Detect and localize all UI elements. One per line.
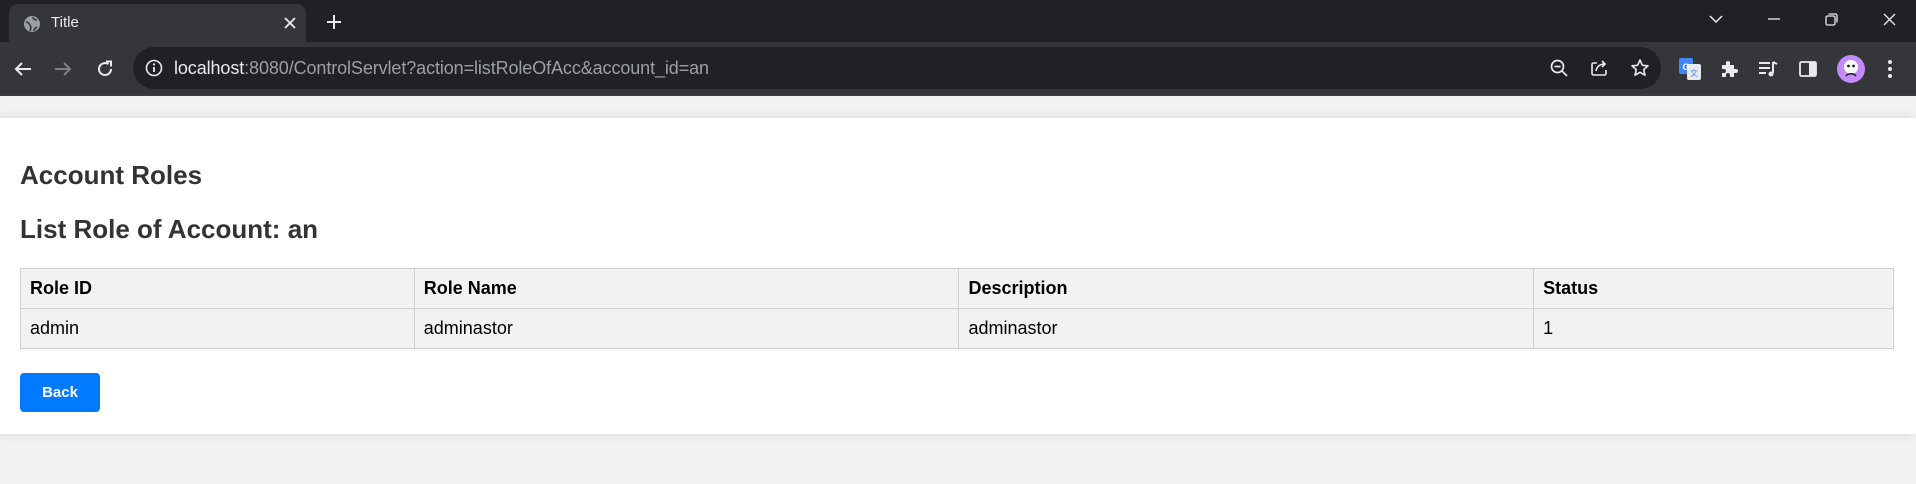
browser-tab-bar: Title — [0, 0, 1916, 42]
url-host: localhost — [174, 58, 245, 78]
url-path: :8080/ControlServlet?action=listRoleOfAc… — [244, 58, 709, 78]
restore-icon[interactable] — [1808, 4, 1854, 34]
cell-status: 1 — [1533, 308, 1894, 349]
url-text: localhost:8080/ControlServlet?action=lis… — [174, 58, 709, 79]
address-bar[interactable]: localhost:8080/ControlServlet?action=lis… — [133, 47, 1661, 89]
translate-icon[interactable]: G文 — [1677, 56, 1703, 82]
star-icon[interactable] — [1629, 57, 1651, 79]
chevron-down-icon[interactable] — [1693, 4, 1739, 34]
kebab-menu-icon[interactable] — [1877, 56, 1903, 82]
tab-title: Title — [51, 14, 79, 31]
cell-role-id: admin — [20, 308, 415, 349]
page-subtitle: List Role of Account: an — [20, 214, 319, 244]
side-panel-icon[interactable] — [1795, 56, 1821, 82]
toolbar-divider — [0, 94, 1916, 96]
back-button[interactable]: Back — [20, 373, 100, 412]
forward-arrow-icon[interactable] — [48, 54, 78, 84]
cell-role-name: adminastor — [413, 308, 960, 349]
browser-tab[interactable]: Title — [9, 4, 306, 42]
content-card: Account Roles List Role of Account: an R… — [0, 118, 1916, 434]
table-row: admin adminastor adminastor 1 — [20, 308, 1894, 349]
svg-text:文: 文 — [1690, 68, 1698, 78]
page-title: Account Roles — [20, 160, 203, 190]
puzzle-icon[interactable] — [1716, 56, 1742, 82]
globe-icon — [23, 15, 41, 33]
column-header-role-id: Role ID — [20, 268, 415, 309]
minimize-icon[interactable] — [1751, 4, 1797, 34]
column-header-role-name: Role Name — [413, 268, 960, 309]
zoom-out-icon[interactable] — [1548, 57, 1570, 79]
close-icon[interactable] — [279, 12, 301, 34]
back-arrow-icon[interactable] — [8, 54, 38, 84]
cell-description: adminastor — [958, 308, 1535, 349]
table-header-row: Role ID Role Name Description Status — [20, 268, 1894, 309]
plus-icon[interactable] — [320, 8, 348, 36]
profile-avatar[interactable] — [1836, 54, 1866, 84]
column-header-status: Status — [1533, 268, 1894, 309]
roles-table: Role ID Role Name Description Status adm… — [20, 268, 1894, 349]
column-header-description: Description — [958, 268, 1535, 309]
reload-icon[interactable] — [90, 54, 120, 84]
close-window-icon[interactable] — [1866, 4, 1912, 34]
share-icon[interactable] — [1588, 57, 1610, 79]
svg-text:G: G — [1682, 62, 1689, 72]
info-icon[interactable] — [144, 58, 164, 78]
media-icon[interactable] — [1755, 56, 1781, 82]
browser-toolbar: localhost:8080/ControlServlet?action=lis… — [0, 42, 1916, 94]
